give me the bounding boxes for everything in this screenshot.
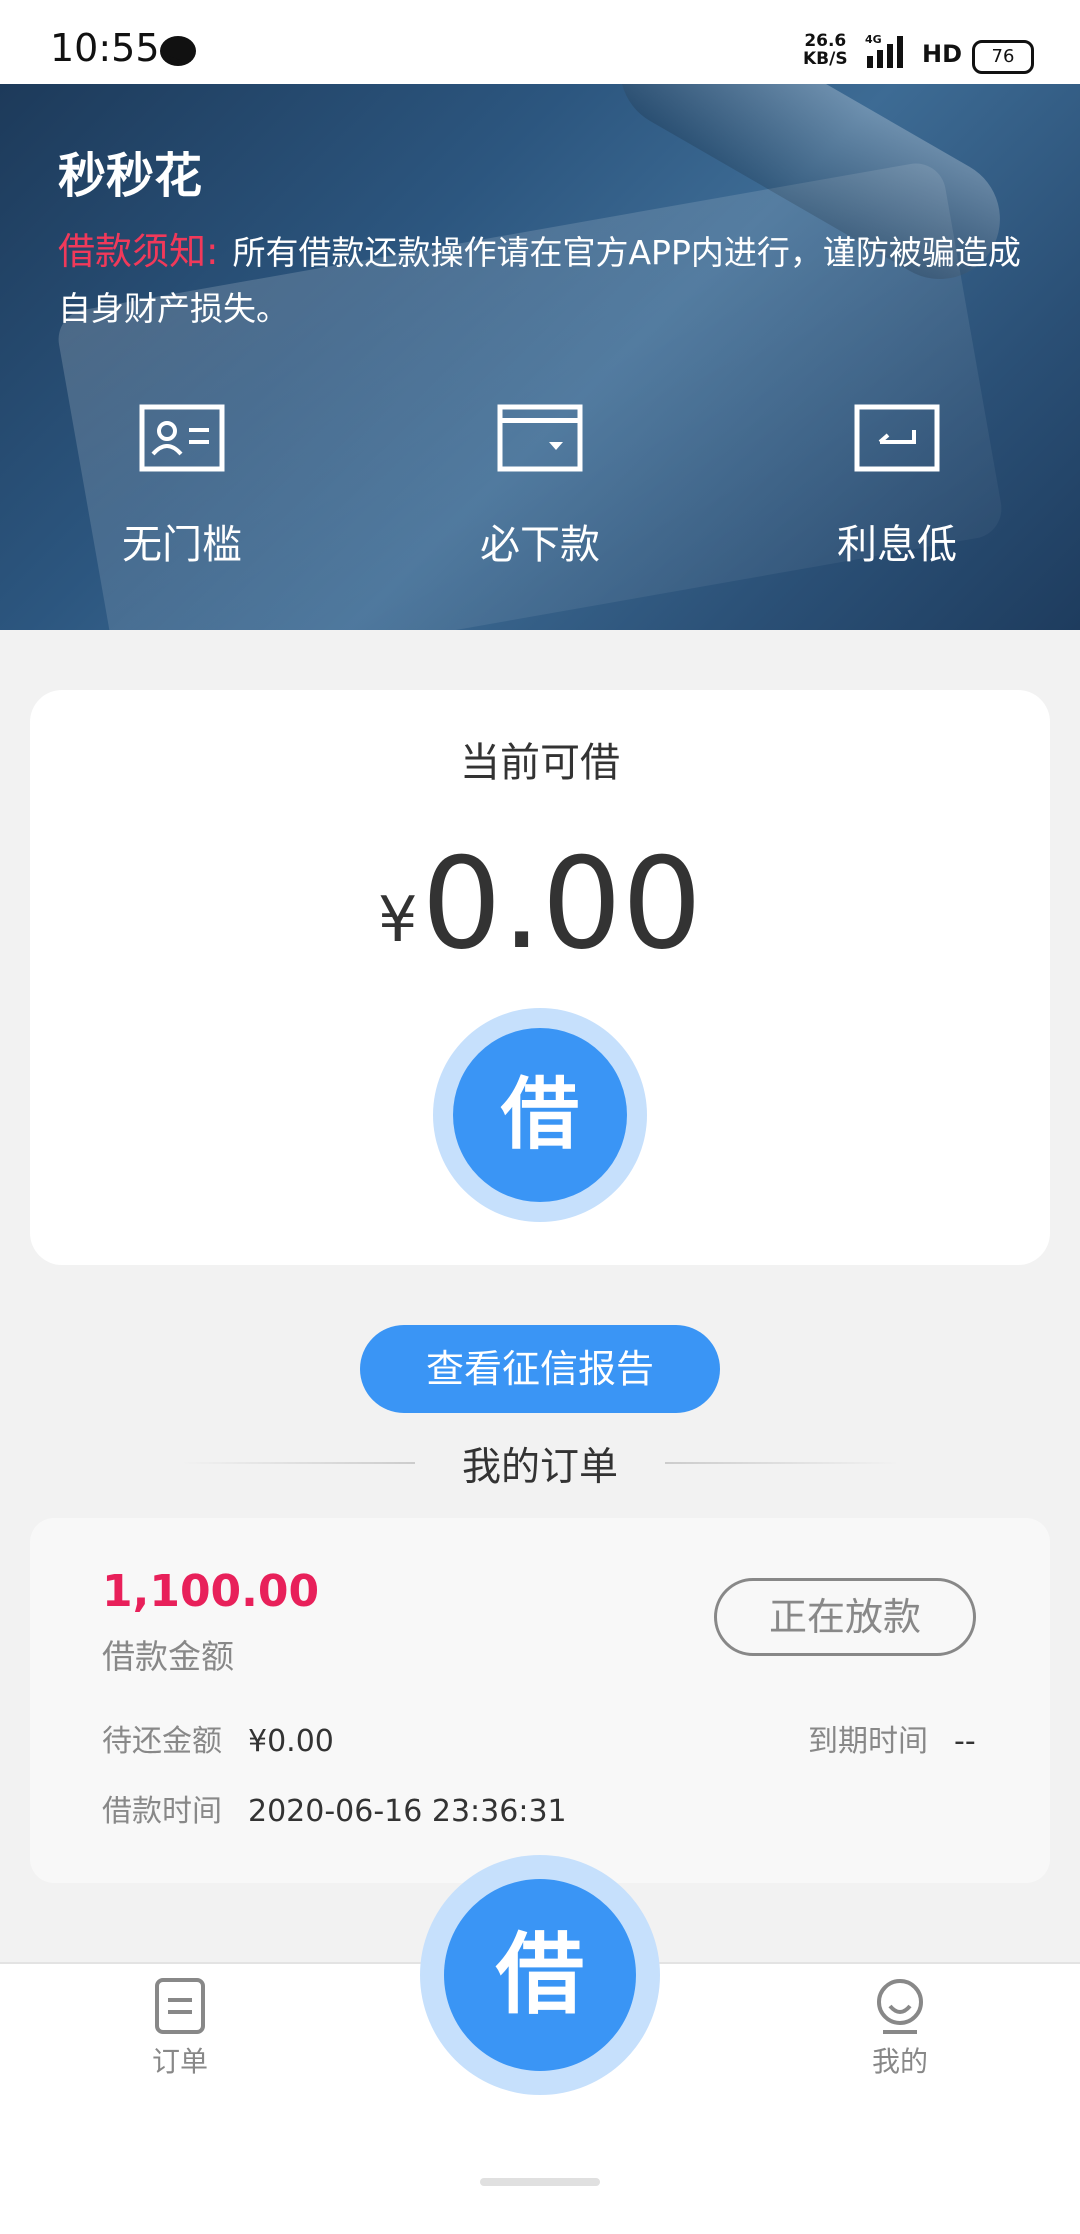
notice-label: 借款须知: xyxy=(58,230,219,273)
view-credit-report-button[interactable]: 查看征信报告 xyxy=(360,1325,720,1413)
order-document-icon xyxy=(155,1978,205,2034)
center-borrow-label[interactable]: 借 xyxy=(444,1879,636,2071)
hd-voice-icon: HD xyxy=(922,40,963,68)
borrow-button-label[interactable]: 借 xyxy=(453,1028,627,1202)
header-banner: 秒秒花 借款须知: 所有借款还款操作请在官方APP内进行，谨防被骗造成自身财产损失… xyxy=(0,84,1080,630)
available-credit-card: 当前可借 ¥0.00 借 xyxy=(30,690,1050,1265)
borrow-time-value: 2020-06-16 23:36:31 xyxy=(248,1794,567,1829)
status-bar: 10:55 26.6 KB/S 4G HD 76 xyxy=(0,0,1080,84)
borrow-button[interactable]: 借 xyxy=(433,1008,647,1222)
borrow-notice: 借款须知: 所有借款还款操作请在官方APP内进行，谨防被骗造成自身财产损失。 xyxy=(58,224,1028,337)
feature-guaranteed-loan: 必下款 xyxy=(410,404,670,570)
feature-label: 利息低 xyxy=(837,522,957,568)
order-card[interactable]: 1,100.00 借款金额 正在放款 待还金额 ¥0.00 到期时间 -- 借款时间… xyxy=(30,1518,1050,1883)
network-speed-unit: KB/S xyxy=(803,49,848,69)
center-borrow-button[interactable]: 借 xyxy=(420,1855,660,2095)
home-indicator[interactable] xyxy=(480,2178,600,2186)
borrow-time-label: 借款时间 xyxy=(102,1794,222,1829)
feature-label: 无门槛 xyxy=(122,522,242,568)
my-orders-heading: 我的订单 xyxy=(0,1432,1080,1492)
wallet-icon xyxy=(497,404,583,472)
return-icon xyxy=(854,404,940,472)
my-orders-title: 我的订单 xyxy=(461,1445,618,1490)
available-credit-amount: ¥0.00 xyxy=(30,830,1050,977)
tab-profile-label: 我的 xyxy=(871,2045,928,2078)
tab-profile[interactable]: 我的 xyxy=(830,1976,970,2080)
network-speed: 26.6 KB/S xyxy=(803,32,848,68)
heading-divider-right xyxy=(665,1462,900,1464)
status-time: 10:55 xyxy=(50,26,160,70)
tab-orders-label: 订单 xyxy=(151,2045,208,2078)
feature-low-interest: 利息低 xyxy=(767,404,1027,570)
profile-icon xyxy=(877,1979,923,2034)
due-time-label: 到期时间 xyxy=(808,1724,928,1759)
chat-notification-icon xyxy=(160,36,196,66)
available-credit-title: 当前可借 xyxy=(460,740,620,786)
feature-no-threshold: 无门槛 xyxy=(52,404,312,570)
feature-label: 必下款 xyxy=(480,522,600,568)
pending-amount-row: 待还金额 ¥0.00 xyxy=(102,1716,334,1760)
tab-orders[interactable]: 订单 xyxy=(110,1976,250,2080)
due-time-value: -- xyxy=(954,1724,976,1759)
signal-icon: 4G xyxy=(865,34,903,68)
network-type: 4G xyxy=(865,34,882,46)
order-amount: 1,100.00 xyxy=(102,1566,320,1617)
pending-amount-label: 待还金额 xyxy=(102,1724,222,1759)
order-status-badge: 正在放款 xyxy=(714,1578,976,1656)
order-amount-label: 借款金额 xyxy=(102,1637,234,1676)
pending-amount-value: ¥0.00 xyxy=(248,1724,334,1759)
network-speed-value: 26.6 xyxy=(804,31,847,51)
amount-value: 0.00 xyxy=(421,830,702,977)
currency-symbol: ¥ xyxy=(378,883,418,956)
id-card-icon xyxy=(139,404,225,472)
battery-icon: 76 xyxy=(972,40,1034,74)
due-time-row: 到期时间 -- xyxy=(808,1716,976,1760)
app-title: 秒秒花 xyxy=(58,148,203,204)
borrow-time-row: 借款时间 2020-06-16 23:36:31 xyxy=(102,1786,567,1830)
